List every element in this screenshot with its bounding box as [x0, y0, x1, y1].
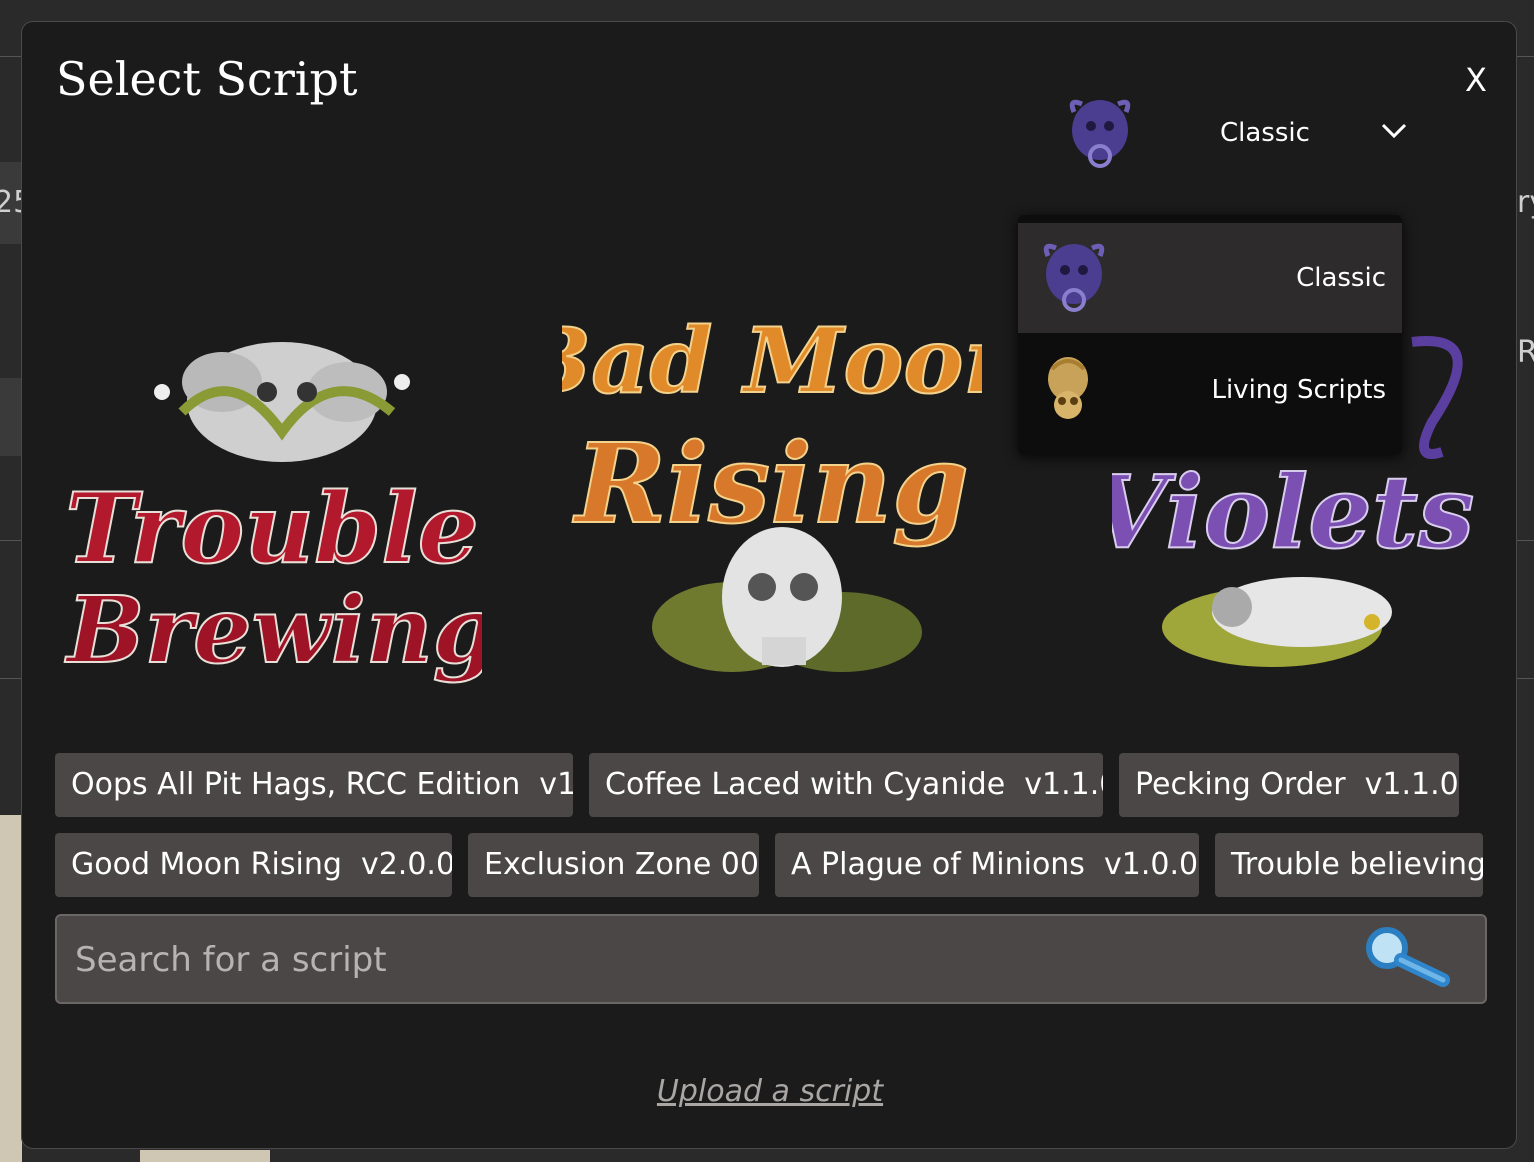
edition-trouble-brewing[interactable]: Trouble Brewing [62, 282, 482, 702]
bad-moon-rising-logo-text: Bad Moon [562, 308, 982, 414]
script-chip[interactable]: Pecking Order v1.1.0 [1119, 753, 1459, 817]
script-chip[interactable]: Exclusion Zone 00 [468, 833, 759, 897]
background-panel-left-2 [0, 378, 22, 456]
search-box [55, 914, 1487, 1004]
background-parchment [140, 1150, 270, 1162]
bird-skull-art [1162, 577, 1392, 667]
upload-script-link[interactable]: Upload a script [22, 1074, 1518, 1109]
background-divider [0, 56, 22, 57]
grimoire-demon-icon [1069, 99, 1131, 168]
edition-select-value: Classic [1220, 118, 1310, 148]
script-chip[interactable]: Oops All Pit Hags, RCC Edition v1 [55, 753, 573, 817]
script-chip[interactable]: Good Moon Rising v2.0.0 [55, 833, 452, 897]
sects-violets-swirl [1411, 336, 1463, 459]
background-divider [0, 540, 22, 541]
edition-option-living-scripts[interactable]: Living Scripts [1018, 335, 1402, 445]
script-chip[interactable]: A Plague of Minions v1.0.0 [775, 833, 1199, 897]
modal-title: Select Script [56, 52, 358, 106]
select-script-modal: Select Script X Trouble Brewing Bad Moon… [21, 21, 1517, 1149]
background-divider [0, 678, 22, 679]
edition-dropdown: Classic Living Scripts [1018, 215, 1402, 455]
background-parchment [0, 815, 22, 1162]
script-chip[interactable]: Coffee Laced with Cyanide v1.1.0 [589, 753, 1103, 817]
edition-option-label: Classic [1296, 263, 1386, 293]
trouble-brewing-logo-text: Brewing [64, 576, 482, 684]
background-divider [1517, 56, 1534, 57]
close-button[interactable]: X [1454, 58, 1498, 102]
background-text-right-1: ry [1517, 185, 1534, 220]
chevron-down-icon [1381, 123, 1407, 139]
skull-leaves-art [652, 527, 922, 672]
skull-wreath-art [154, 342, 410, 462]
magnifier-icon[interactable] [1363, 924, 1453, 994]
edition-option-classic[interactable]: Classic [1018, 223, 1402, 333]
sects-violets-logo-text: Violets [1112, 453, 1474, 571]
edition-option-label: Living Scripts [1211, 375, 1386, 405]
edition-select[interactable]: Classic [1052, 88, 1412, 178]
edition-bad-moon-rising[interactable]: Bad Moon Rising [562, 297, 982, 697]
script-chip[interactable]: Trouble believing [1215, 833, 1483, 897]
trouble-brewing-logo-text: Trouble [65, 472, 479, 585]
search-input[interactable] [73, 930, 1337, 990]
grimoire-demon-icon [1043, 243, 1105, 312]
living-skull-icon [1048, 357, 1088, 419]
